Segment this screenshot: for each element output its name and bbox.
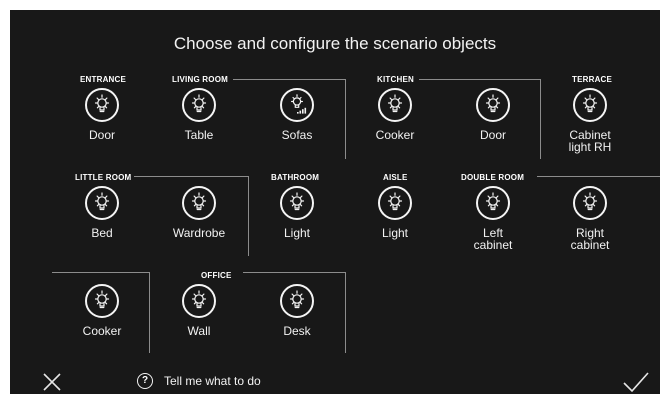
section-divider [243,272,345,273]
item-label: Light [283,226,311,240]
section-divider [540,79,541,159]
section-divider [345,79,346,159]
help-button[interactable]: ? Tell me what to do [137,373,261,389]
item-living-room-table[interactable]: Table [154,88,244,141]
light-bulb-icon [85,186,119,220]
section-label-little-room: LITTLE ROOM [75,173,132,182]
item-label: Wall [187,324,211,338]
section-label-aisle: AISLE [383,173,408,182]
item-living-room-sofas[interactable]: Sofas [252,88,342,141]
section-divider [419,79,540,80]
item-office-desk[interactable]: Desk [252,284,342,337]
item-label: Bed [91,226,113,240]
item-label: Desk [283,324,311,338]
help-text: Tell me what to do [164,374,261,388]
item-label: Left cabinet [473,226,513,252]
section-divider [52,272,149,273]
light-bulb-icon [280,186,314,220]
item-entrance-door[interactable]: Door [57,88,147,141]
item-bathroom-light[interactable]: Light [252,186,342,239]
light-bulb-icon [182,88,216,122]
section-label-kitchen: KITCHEN [377,75,414,84]
scenario-screen: Choose and configure the scenario object… [10,10,660,394]
question-circle-icon: ? [137,373,153,389]
light-bulb-icon [85,284,119,318]
checkmark-icon [623,372,649,393]
light-bulb-icon [378,88,412,122]
light-bulb-icon [378,186,412,220]
section-divider [233,79,346,80]
light-bulb-icon [476,88,510,122]
item-little-room-bed[interactable]: Bed [57,186,147,239]
item-label: Door [479,128,506,142]
item-double-room-left-cabinet[interactable]: Left cabinet [448,186,538,251]
section-divider [537,176,660,177]
page-title: Choose and configure the scenario object… [173,34,497,53]
confirm-button[interactable] [622,370,650,394]
light-bulb-icon [573,186,607,220]
item-aisle-light[interactable]: Light [350,186,440,239]
section-label-terrace: TERRACE [572,75,613,84]
item-label: Door [88,128,115,142]
section-label-double-room: DOUBLE ROOM [461,173,525,182]
section-divider [248,176,249,256]
item-label: Sofas [281,128,313,142]
item-double-room-right-cabinet[interactable]: Right cabinet [545,186,635,251]
light-bulb-icon [476,186,510,220]
section-divider [345,272,346,353]
section-label-living-room: LIVING ROOM [172,75,228,84]
item-label: Light [381,226,409,240]
item-little-room-wardrobe[interactable]: Wardrobe [154,186,244,239]
item-label: Table [184,128,214,142]
item-label: Right cabinet [570,226,610,252]
item-cooker[interactable]: Cooker [57,284,147,337]
item-label: Wardrobe [172,226,226,240]
item-terrace-cabinet-light[interactable]: Cabinet light RH [545,88,635,153]
close-icon [43,373,61,391]
section-label-entrance: ENTRANCE [80,75,127,84]
light-bulb-icon [182,284,216,318]
item-kitchen-cooker[interactable]: Cooker [350,88,440,141]
section-divider [149,272,150,353]
item-label: Cabinet light RH [568,128,612,154]
light-bulb-icon [85,88,119,122]
section-label-bathroom: BATHROOM [271,173,320,182]
item-label: Cooker [82,324,122,338]
close-button[interactable] [42,372,62,392]
light-bulb-icon [573,88,607,122]
light-bulb-icon [182,186,216,220]
item-label: Cooker [375,128,415,142]
light-bulb-icon [280,284,314,318]
section-divider [134,176,248,177]
section-label-office: OFFICE [201,271,232,280]
item-kitchen-door[interactable]: Door [448,88,538,141]
dimmer-light-icon [280,88,314,122]
item-office-wall[interactable]: Wall [154,284,244,337]
